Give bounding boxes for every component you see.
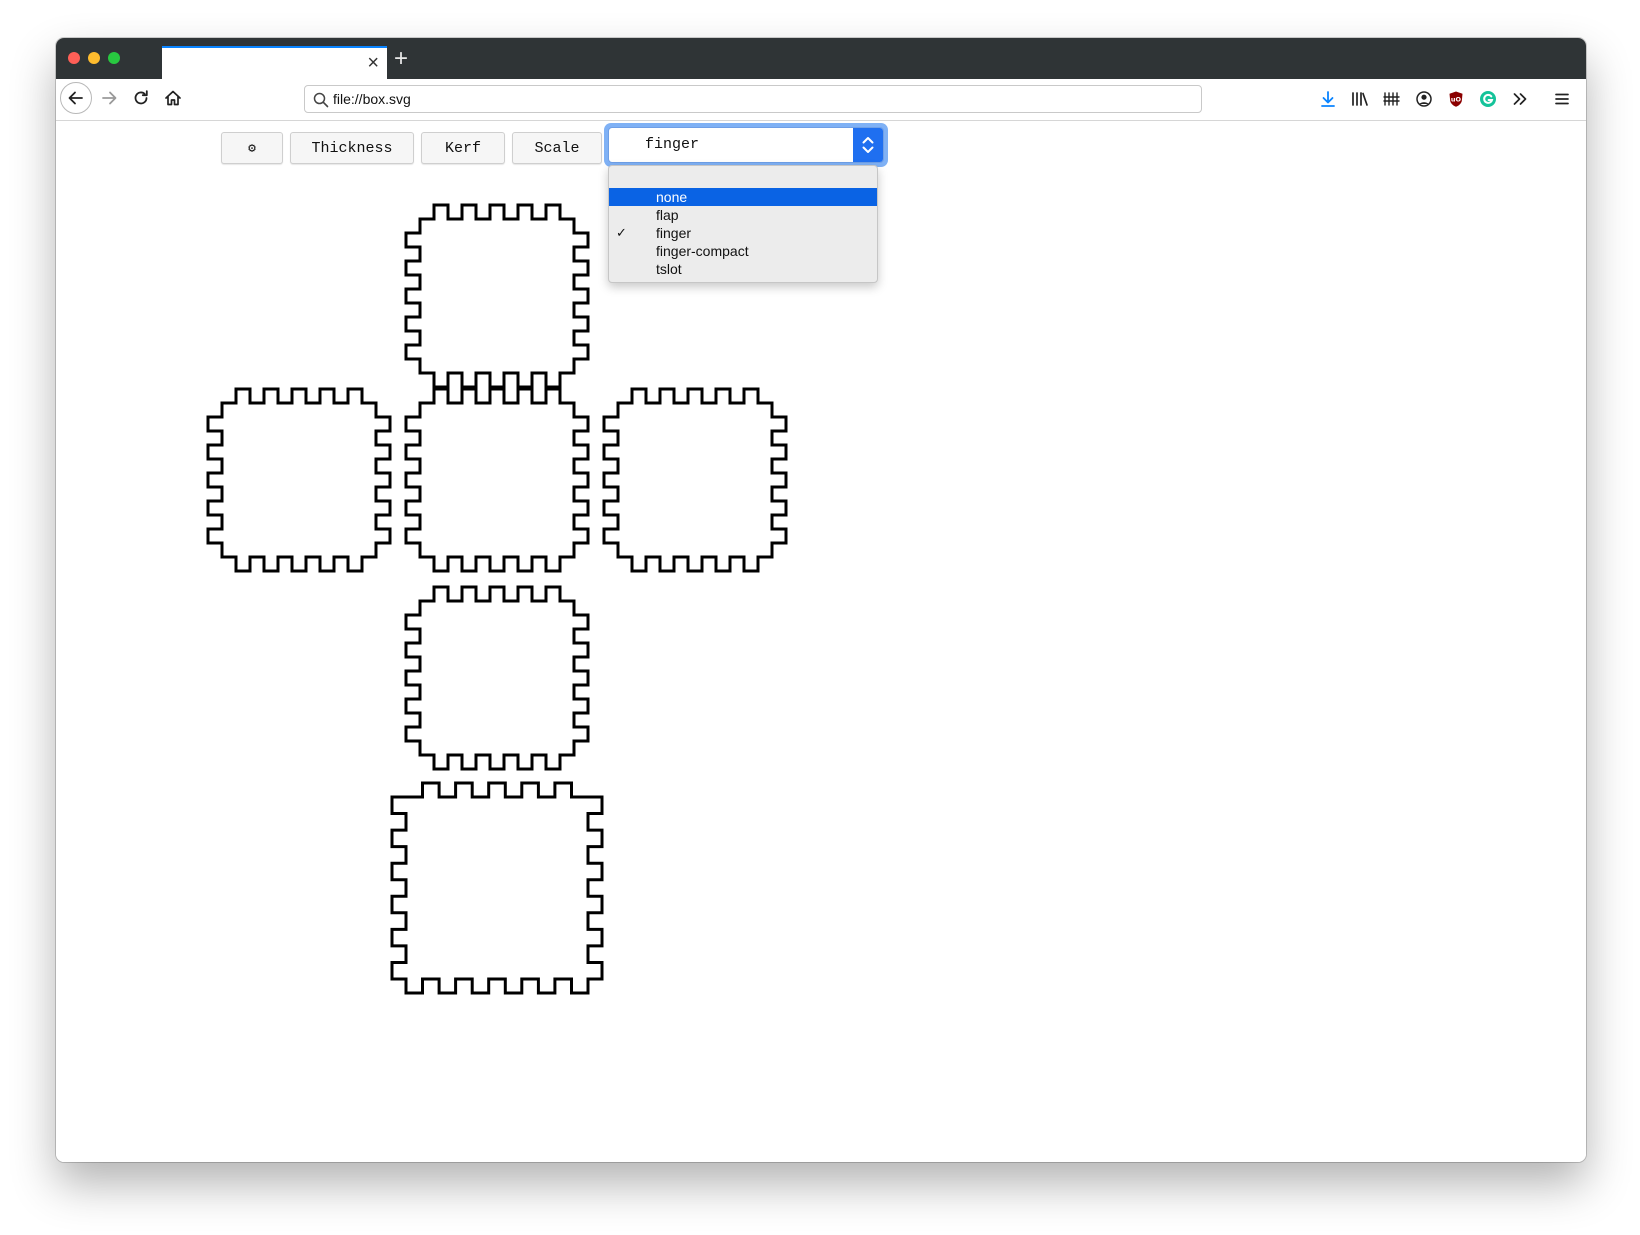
title-bar: × +: [56, 38, 1586, 79]
download-icon[interactable]: [1316, 87, 1340, 111]
box-panel-bottom: [404, 585, 590, 771]
joint-dropdown-menu: none flap ✓ finger finger-compact tslot: [608, 165, 878, 283]
hamburger-menu-icon[interactable]: [1550, 87, 1574, 111]
browser-window: × + uO: [56, 38, 1586, 1162]
navigation-toolbar: uO: [56, 79, 1586, 121]
kerf-button[interactable]: Kerf: [421, 132, 505, 164]
reload-icon[interactable]: [126, 83, 156, 113]
box-panel-center: [404, 387, 590, 573]
joint-select-value: finger: [645, 136, 700, 153]
ublock-icon[interactable]: uO: [1444, 87, 1468, 111]
search-icon: [313, 92, 329, 108]
menu-option-label: tslot: [656, 261, 682, 277]
menu-option-label: finger: [656, 225, 692, 241]
url-input[interactable]: [333, 88, 1193, 110]
zoom-window-button[interactable]: [108, 52, 120, 64]
menu-option-finger-compact[interactable]: finger-compact: [609, 242, 877, 260]
library-icon[interactable]: [1348, 87, 1372, 111]
grammarly-icon[interactable]: [1476, 87, 1500, 111]
box-panel-right: [602, 387, 788, 573]
url-bar[interactable]: [304, 85, 1202, 113]
active-tab[interactable]: ×: [162, 46, 387, 79]
close-window-button[interactable]: [68, 52, 80, 64]
new-tab-button[interactable]: +: [394, 46, 408, 72]
sidebar-icon[interactable]: [1380, 87, 1404, 111]
menu-option-label: finger-compact: [656, 243, 749, 259]
settings-button[interactable]: ⚙: [221, 132, 283, 164]
scale-button[interactable]: Scale: [512, 132, 602, 164]
menu-option-tslot[interactable]: tslot: [609, 260, 877, 278]
account-icon[interactable]: [1412, 87, 1436, 111]
minimize-window-button[interactable]: [88, 52, 100, 64]
menu-option-none[interactable]: none: [609, 188, 877, 206]
overflow-icon[interactable]: [1508, 87, 1532, 111]
box-panel-lid: [390, 781, 604, 995]
page-content: ⚙ Thickness Kerf Scale finger none flap: [56, 121, 1586, 1162]
home-icon[interactable]: [158, 83, 188, 113]
menu-option-finger[interactable]: ✓ finger: [609, 224, 877, 242]
tab-close-icon[interactable]: ×: [367, 51, 379, 75]
check-mark-icon: ✓: [616, 225, 627, 240]
joint-select-focus-ring: finger: [604, 123, 888, 167]
box-panel-left: [206, 387, 392, 573]
menu-option-label: none: [656, 189, 688, 205]
joint-select[interactable]: finger: [608, 127, 884, 163]
select-arrows-icon[interactable]: [853, 128, 883, 162]
thickness-button[interactable]: Thickness: [290, 132, 414, 164]
forward-arrow-icon[interactable]: [94, 83, 124, 113]
back-arrow-icon[interactable]: [60, 82, 92, 114]
gear-icon: ⚙: [248, 140, 256, 156]
menu-option-flap[interactable]: flap: [609, 206, 877, 224]
menu-option-label: flap: [656, 207, 679, 223]
svg-text:uO: uO: [1451, 96, 1462, 104]
box-panel-top: [404, 203, 590, 389]
